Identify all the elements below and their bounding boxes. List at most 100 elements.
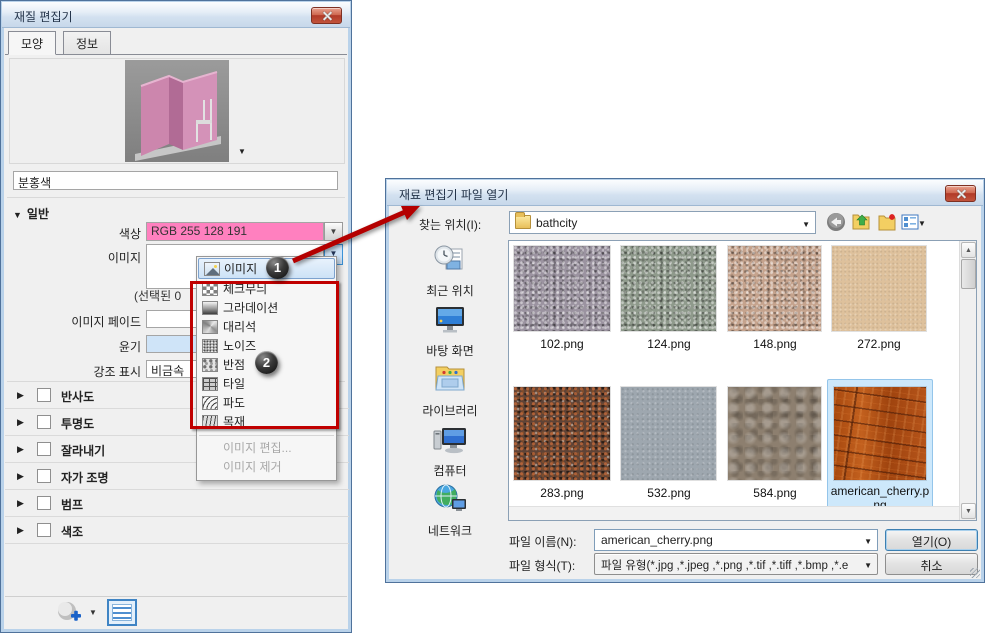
material-preview-panel: ▼ [9,58,345,164]
place-network[interactable]: 네트워크 [394,483,506,539]
up-folder-icon[interactable] [852,212,872,232]
cancel-button[interactable]: 취소 [885,553,978,575]
file-type-label: 파일 형식(T): [509,559,576,573]
material-editor-titlebar[interactable]: 재질 편집기 [2,2,350,28]
file-type-combobox[interactable]: 파일 유형(*.jpg ,*.jpeg ,*.png ,*.tif ,*.tif… [594,553,878,575]
libraries-icon [435,366,465,391]
section-checkbox[interactable] [37,523,51,537]
section-checkbox[interactable] [37,388,51,402]
tab-appearance[interactable]: 모양 [8,31,57,55]
callout-badge-2: 2 [255,351,278,374]
scroll-up-icon[interactable]: ▲ [961,242,976,258]
chevron-down-icon[interactable]: ▼ [864,561,872,570]
preview-options-chevron-down-icon[interactable]: ▼ [238,147,246,156]
chevron-right-icon: ▶ [17,444,24,454]
computer-icon [433,428,466,454]
callout-badge-1: 1 [266,256,289,279]
file-label[interactable]: 283.png [510,486,614,500]
open-button[interactable]: 열기(O) [885,529,978,551]
chevron-right-icon: ▶ [17,417,24,427]
color-value-field[interactable]: RGB 255 128 191 [146,222,324,241]
place-recent[interactable]: 최근 위치 [394,243,506,299]
place-libraries[interactable]: 라이브러리 [394,363,506,419]
chevron-right-icon: ▶ [17,525,24,535]
place-computer[interactable]: 컴퓨터 [394,423,506,479]
file-label[interactable]: 532.png [617,486,721,500]
menu-item-remove-image: 이미지 제거 [223,460,282,474]
chevron-down-icon[interactable]: ▼ [802,220,810,229]
material-preview-image[interactable] [125,60,229,162]
color-dropdown-button[interactable]: ▼ [324,222,343,241]
vertical-scrollbar[interactable]: ▲ ▼ [959,241,976,520]
file-label[interactable]: 584.png [723,486,827,500]
section-checkbox[interactable] [37,415,51,429]
place-label: 바탕 화면 [426,344,474,358]
general-section-header[interactable]: ▼ 일반 [13,205,49,222]
gloss-label: 윤기 [118,340,141,354]
file-name-combobox[interactable]: american_cherry.png ▼ [594,529,878,551]
screenshot-root: 재질 편집기 모양 정보 ▼ 분홍색 ▼ 일반 색상 RGB 255 128 1… [0,0,992,636]
file-thumbnail-283[interactable] [514,387,610,480]
image-fade-label: 이미지 페이드 [71,315,141,329]
new-folder-icon[interactable] [878,212,898,232]
places-bar: 최근 위치 바탕 화면 라이브러리 컴퓨터 네트워크 [394,239,506,539]
file-thumbnail-148[interactable] [728,246,821,331]
chevron-right-icon: ▶ [17,498,24,508]
look-in-label: 찾는 위치(I): [419,218,482,232]
views-chevron-down-icon[interactable]: ▼ [918,219,926,228]
section-tint[interactable]: ▶ 색조 [5,517,349,544]
file-thumbnail-american-cherry[interactable] [834,387,926,480]
create-material-icon[interactable] [55,600,83,626]
section-bump[interactable]: ▶ 범프 [5,490,349,517]
file-open-title: 재료 편집기 파일 열기 [399,188,509,202]
image-selected-note: (선택된 0 [134,289,182,303]
file-name-value: american_cherry.png [601,533,713,547]
material-name-field[interactable]: 분홍색 [13,171,338,190]
file-thumbnail-272[interactable] [832,246,926,331]
file-thumbnail-532[interactable] [621,387,716,480]
back-icon[interactable] [826,212,846,232]
close-icon[interactable] [945,185,976,202]
resize-grip[interactable] [970,568,980,578]
create-material-chevron-down-icon[interactable]: ▼ [89,608,97,617]
pink-wall-preview [135,71,221,161]
image-icon [204,262,220,276]
file-label[interactable]: 124.png [617,337,721,351]
place-label: 컴퓨터 [433,464,467,478]
place-label: 라이브러리 [422,404,478,418]
toggle-panel-button[interactable] [107,599,137,626]
desktop-icon [436,307,464,333]
place-desktop[interactable]: 바탕 화면 [394,303,506,359]
chevron-right-icon: ▶ [17,390,24,400]
scrollbar-thumb[interactable] [961,259,976,289]
file-open-window: 재료 편집기 파일 열기 찾는 위치(I): bathcity ▼ ▼ 최근 위… [385,178,985,583]
file-thumbnail-584[interactable] [728,387,821,480]
tab-info[interactable]: 정보 [63,31,112,54]
file-label[interactable]: 272.png [827,337,931,351]
menu-separator [199,435,334,436]
recent-places-icon [434,245,463,270]
file-label[interactable]: 102.png [510,337,614,351]
file-type-value: 파일 유형(*.jpg ,*.jpeg ,*.png ,*.tif ,*.tif… [601,560,849,572]
file-thumbnail-124[interactable] [621,246,716,331]
file-thumbnail-102[interactable] [514,246,610,331]
chevron-down-icon: ▼ [13,210,22,220]
close-icon[interactable] [311,7,342,24]
section-checkbox[interactable] [37,496,51,510]
chevron-down-icon[interactable]: ▼ [864,537,872,546]
tab-info-label: 정보 [76,37,99,51]
folder-icon [515,212,531,229]
file-open-titlebar[interactable]: 재료 편집기 파일 열기 [387,180,983,206]
network-icon [434,484,466,511]
scroll-down-icon[interactable]: ▼ [961,503,976,519]
section-checkbox[interactable] [37,469,51,483]
section-checkbox[interactable] [37,442,51,456]
file-label[interactable]: 148.png [723,337,827,351]
divider [7,197,345,198]
place-label: 최근 위치 [426,284,474,298]
horizontal-scrollbar[interactable] [509,506,960,520]
material-editor-title: 재질 편집기 [14,10,73,24]
color-label: 색상 [118,227,141,241]
list-pane-icon [112,604,132,621]
look-in-combobox[interactable]: bathcity ▼ [509,211,816,234]
